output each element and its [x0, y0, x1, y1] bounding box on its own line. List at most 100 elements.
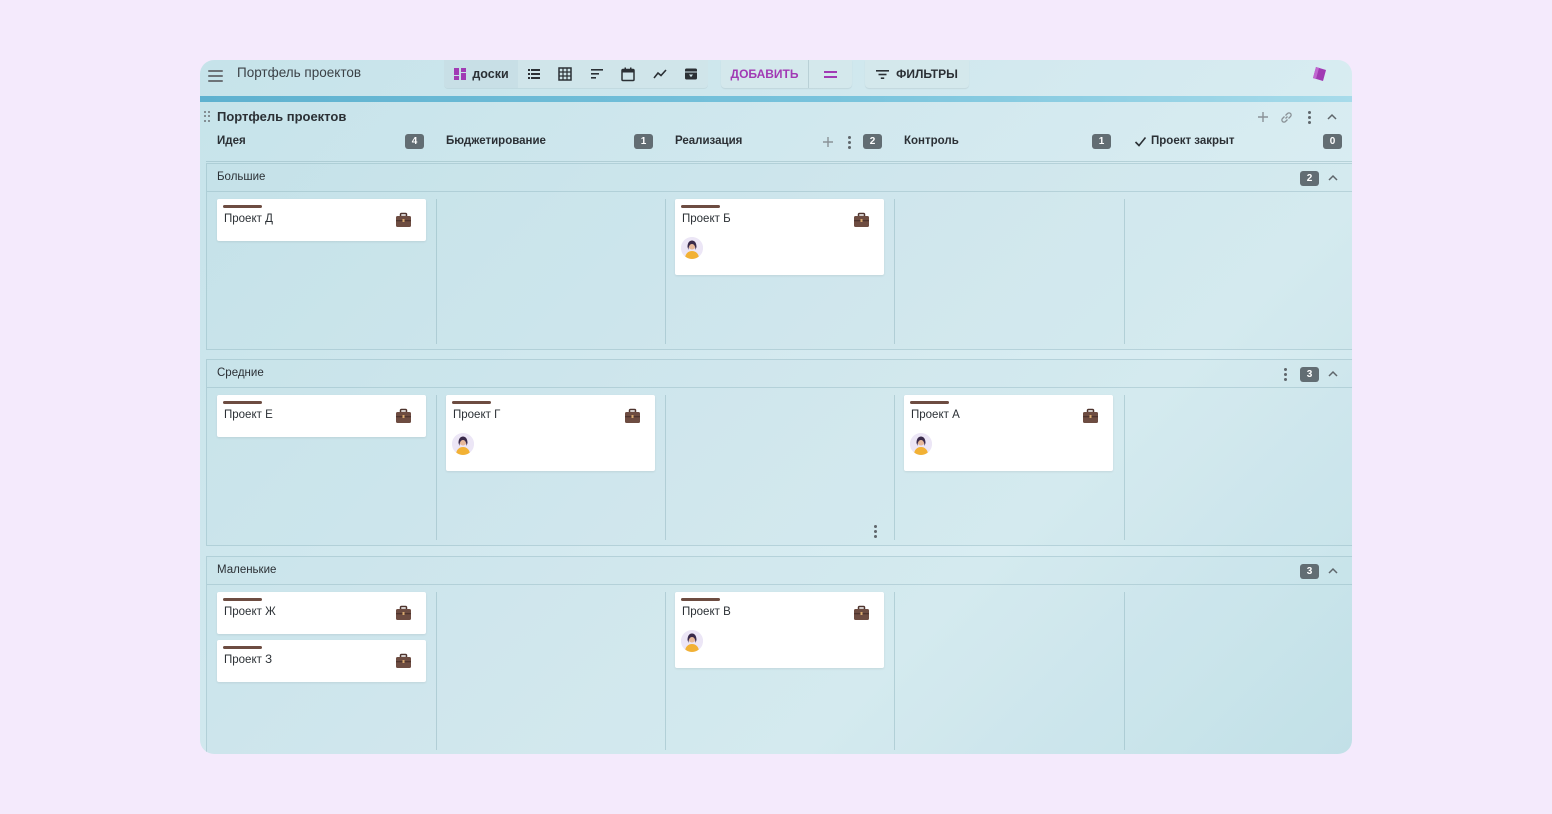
- column-divider: [894, 199, 895, 344]
- column-count-badge: 1: [634, 134, 653, 149]
- card-color-stripe: [223, 646, 262, 649]
- board-title: Портфель проектов: [217, 109, 347, 124]
- table-view-icon: [558, 67, 572, 81]
- drag-handle-icon[interactable]: [204, 111, 210, 122]
- swimlane-header[interactable]: Средние 3: [207, 360, 1352, 388]
- view-archive-button[interactable]: [676, 60, 708, 88]
- column-name-wrap: Проект закрыт: [1134, 135, 1235, 147]
- swimlane-header[interactable]: Большие 2: [207, 164, 1352, 192]
- column-divider: [1124, 592, 1125, 750]
- accent-bar: [200, 96, 1352, 102]
- board-header: Портфель проектов: [200, 106, 1352, 128]
- column-divider: [894, 592, 895, 750]
- card-title: Проект З: [224, 654, 273, 666]
- column-name: Идея: [217, 135, 246, 147]
- app-window: Портфель проектов доски ДОБАВИТЬ ФИЛЬТРЫ…: [200, 60, 1352, 754]
- card-color-stripe: [452, 401, 491, 404]
- project-card[interactable]: Проект Ж: [217, 592, 426, 634]
- check-icon: [1134, 136, 1147, 147]
- briefcase-icon: [395, 212, 412, 228]
- column-divider: [436, 199, 437, 344]
- view-chart-button[interactable]: [644, 60, 676, 88]
- card-color-stripe: [681, 598, 720, 601]
- swimlane-count-badge: 3: [1300, 564, 1319, 579]
- assignee-avatar[interactable]: [681, 630, 703, 652]
- column-divider: [436, 395, 437, 540]
- swimlane-count-badge: 3: [1300, 367, 1319, 382]
- column-header-budgeting[interactable]: Бюджетирование 1: [446, 133, 658, 151]
- column-divider: [436, 592, 437, 750]
- project-card[interactable]: Проект Г: [446, 395, 655, 471]
- gantt-view-icon: [590, 69, 603, 79]
- column-name: Контроль: [904, 135, 959, 147]
- cell-options-icon[interactable]: [871, 524, 879, 538]
- view-table-button[interactable]: [550, 60, 582, 88]
- card-color-stripe: [223, 598, 262, 601]
- add-card-icon[interactable]: [822, 136, 834, 148]
- column-header-closed[interactable]: Проект закрыт 0: [1134, 133, 1346, 151]
- assignee-avatar[interactable]: [681, 237, 703, 259]
- view-list-button[interactable]: [518, 60, 550, 88]
- card-title: Проект А: [911, 409, 960, 421]
- project-card[interactable]: Проект З: [217, 640, 426, 682]
- view-switcher: доски: [444, 60, 708, 88]
- list-view-icon: [527, 69, 540, 79]
- swimlane-count-badge: 2: [1300, 171, 1319, 186]
- briefcase-icon: [395, 605, 412, 621]
- card-color-stripe: [910, 401, 949, 404]
- column-name: Реализация: [675, 135, 743, 147]
- app-logo-icon[interactable]: [1311, 65, 1329, 83]
- swimlane-title: Средние: [217, 367, 264, 379]
- column-header-control[interactable]: Контроль 1: [904, 133, 1116, 151]
- menu-icon[interactable]: [206, 67, 224, 85]
- calendar-icon: [621, 67, 635, 81]
- column-count-badge: 2: [863, 134, 882, 149]
- briefcase-icon: [395, 408, 412, 424]
- header-separator: [206, 161, 1352, 162]
- column-count-badge: 1: [1092, 134, 1111, 149]
- add-icon[interactable]: [1255, 109, 1271, 125]
- view-calendar-button[interactable]: [613, 60, 645, 88]
- lane-options-icon[interactable]: [1281, 367, 1289, 381]
- collapse-lane-icon[interactable]: [1326, 368, 1340, 380]
- project-card[interactable]: Проект Б: [675, 199, 884, 275]
- column-count-badge: 4: [405, 134, 424, 149]
- assignee-avatar[interactable]: [452, 433, 474, 455]
- link-icon[interactable]: [1278, 109, 1294, 125]
- card-title: Проект Г: [453, 409, 501, 421]
- column-header-implementation[interactable]: Реализация 2: [675, 133, 887, 151]
- project-card[interactable]: Проект В: [675, 592, 884, 668]
- collapse-lane-icon[interactable]: [1326, 565, 1340, 577]
- swimlane-small: Маленькие 3 Проект Ж Проект З Проект В: [206, 556, 1352, 754]
- collapse-lane-icon[interactable]: [1326, 172, 1340, 184]
- add-options-button[interactable]: [809, 60, 852, 88]
- column-divider: [665, 592, 666, 750]
- project-card[interactable]: Проект Д: [217, 199, 426, 241]
- view-boards-label: доски: [472, 67, 509, 81]
- project-card[interactable]: Проект А: [904, 395, 1113, 471]
- column-options-icon[interactable]: [845, 135, 853, 149]
- card-title: Проект Ж: [224, 606, 276, 618]
- swimlane-header[interactable]: Маленькие 3: [207, 557, 1352, 585]
- filters-label: ФИЛЬТРЫ: [896, 67, 958, 81]
- card-color-stripe: [223, 401, 262, 404]
- column-header-idea[interactable]: Идея 4: [217, 133, 429, 151]
- archive-icon: [685, 68, 698, 80]
- card-title: Проект Б: [682, 213, 731, 225]
- board-view-icon: [454, 68, 467, 80]
- more-options-icon[interactable]: [1301, 109, 1317, 125]
- column-divider: [1124, 395, 1125, 540]
- view-gantt-button[interactable]: [581, 60, 613, 88]
- more-dots: [1305, 110, 1313, 124]
- view-boards-button[interactable]: доски: [444, 60, 518, 88]
- card-color-stripe: [681, 205, 720, 208]
- collapse-board-icon[interactable]: [1324, 109, 1340, 125]
- add-button[interactable]: ДОБАВИТЬ: [721, 60, 809, 88]
- project-card[interactable]: Проект Е: [217, 395, 426, 437]
- briefcase-icon: [853, 605, 870, 621]
- column-count-badge: 0: [1323, 134, 1342, 149]
- swimlane-large: Большие 2 Проект Д Проект Б: [206, 163, 1352, 350]
- filters-button[interactable]: ФИЛЬТРЫ: [865, 60, 969, 88]
- card-title: Проект В: [682, 606, 731, 618]
- assignee-avatar[interactable]: [910, 433, 932, 455]
